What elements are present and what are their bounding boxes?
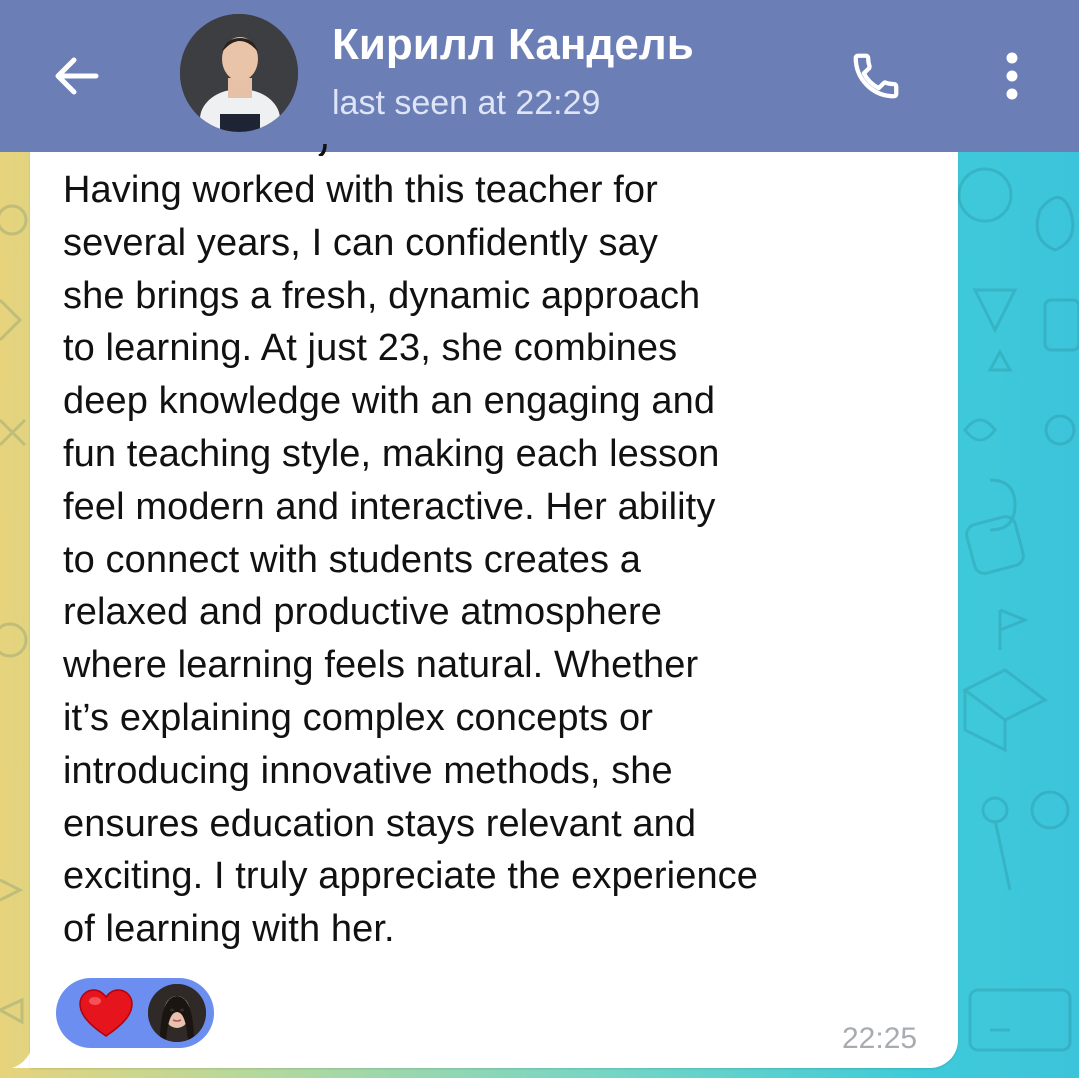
message-time: 22:25	[842, 1022, 918, 1055]
arrow-left-icon	[55, 57, 99, 95]
more-vertical-icon	[1006, 52, 1018, 100]
back-button[interactable]	[36, 36, 116, 116]
reaction-chip[interactable]	[56, 978, 214, 1048]
phone-icon	[853, 53, 899, 99]
last-seen-status: last seen at 22:29	[332, 84, 601, 122]
reactor-avatar	[148, 984, 206, 1042]
message-text: Having worked with this teacher for seve…	[63, 169, 759, 951]
clipped-previous-line	[318, 143, 327, 156]
contact-avatar[interactable]	[180, 14, 298, 132]
reactor-photo	[148, 984, 206, 1042]
call-button[interactable]	[836, 36, 916, 116]
more-options-button[interactable]	[972, 36, 1052, 116]
avatar-photo	[180, 14, 298, 132]
contact-name[interactable]: Кирилл Кандель	[332, 20, 694, 70]
red-heart-icon	[79, 989, 133, 1037]
